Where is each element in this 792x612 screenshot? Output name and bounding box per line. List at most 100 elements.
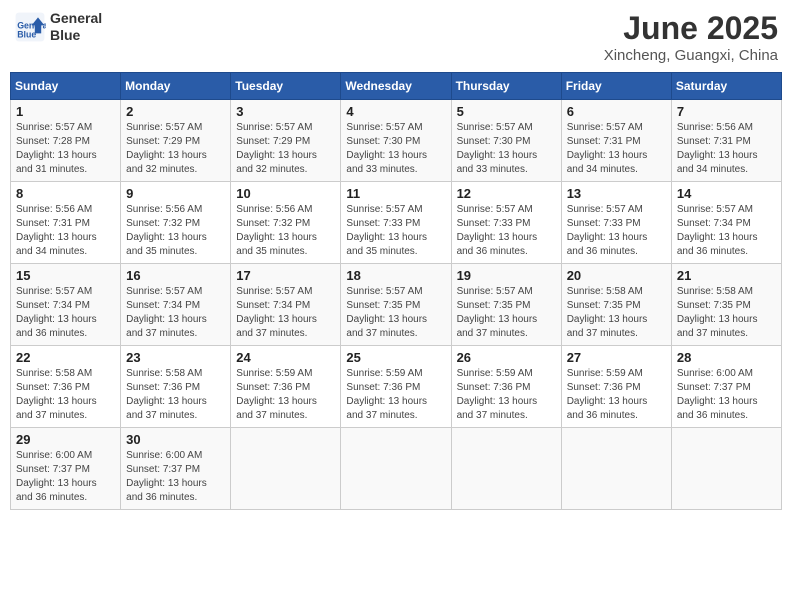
calendar-cell: 2Sunrise: 5:57 AM Sunset: 7:29 PM Daylig… [121, 100, 231, 182]
day-info: Sunrise: 5:56 AM Sunset: 7:31 PM Dayligh… [16, 203, 115, 259]
weekday-header-tuesday: Tuesday [231, 73, 341, 100]
day-info: Sunrise: 5:57 AM Sunset: 7:28 PM Dayligh… [16, 121, 115, 177]
day-info: Sunrise: 5:59 AM Sunset: 7:36 PM Dayligh… [346, 367, 445, 423]
day-number: 22 [16, 350, 115, 365]
calendar-cell: 16 Sunrise: 5:57 AM Sunset: 7:34 PM Dayli… [121, 264, 231, 346]
day-info: Sunrise: 5:57 AM Sunset: 7:34 PM Dayligh… [236, 285, 335, 341]
weekday-header-wednesday: Wednesday [341, 73, 451, 100]
day-info: Sunrise: 5:59 AM Sunset: 7:36 PM Dayligh… [236, 367, 335, 423]
day-info: Sunrise: 5:59 AM Sunset: 7:36 PM Dayligh… [567, 367, 666, 423]
day-number: 16 [126, 268, 225, 283]
day-number: 12 [457, 186, 556, 201]
calendar-cell: 6 Sunrise: 5:57 AM Sunset: 7:31 PM Daylig… [561, 100, 671, 182]
logo: General Blue General Blue [14, 10, 102, 44]
calendar-cell: 21 Sunrise: 5:58 AM Sunset: 7:35 PM Dayli… [671, 264, 781, 346]
day-info: Sunrise: 5:58 AM Sunset: 7:35 PM Dayligh… [677, 285, 776, 341]
day-number: 10 [236, 186, 335, 201]
day-info: Sunrise: 5:56 AM Sunset: 7:32 PM Dayligh… [126, 203, 225, 259]
logo-text-line1: General [50, 10, 102, 27]
calendar-subtitle: Xincheng, Guangxi, China [604, 47, 778, 64]
day-number: 2 [126, 104, 225, 119]
calendar-cell: 4 Sunrise: 5:57 AM Sunset: 7:30 PM Daylig… [341, 100, 451, 182]
calendar-cell: 20 Sunrise: 5:58 AM Sunset: 7:35 PM Dayli… [561, 264, 671, 346]
calendar-cell [671, 428, 781, 510]
day-number: 3 [236, 104, 335, 119]
calendar-cell: 11 Sunrise: 5:57 AM Sunset: 7:33 PM Dayli… [341, 182, 451, 264]
calendar-cell: 17 Sunrise: 5:57 AM Sunset: 7:34 PM Dayli… [231, 264, 341, 346]
day-number: 5 [457, 104, 556, 119]
day-number: 30 [126, 432, 225, 447]
calendar-week-3: 15Sunrise: 5:57 AM Sunset: 7:34 PM Dayli… [11, 264, 782, 346]
day-info: Sunrise: 6:00 AM Sunset: 7:37 PM Dayligh… [126, 449, 225, 505]
day-info: Sunrise: 5:57 AM Sunset: 7:34 PM Dayligh… [126, 285, 225, 341]
calendar-week-4: 22 Sunrise: 5:58 AM Sunset: 7:36 PM Dayli… [11, 346, 782, 428]
calendar-cell: 25Sunrise: 5:59 AM Sunset: 7:36 PM Dayli… [341, 346, 451, 428]
calendar-cell: 10 Sunrise: 5:56 AM Sunset: 7:32 PM Dayli… [231, 182, 341, 264]
calendar-cell: 14 Sunrise: 5:57 AM Sunset: 7:34 PM Dayli… [671, 182, 781, 264]
logo-text-line2: Blue [50, 27, 102, 44]
day-number: 28 [677, 350, 776, 365]
day-info: Sunrise: 5:57 AM Sunset: 7:30 PM Dayligh… [457, 121, 556, 177]
calendar-cell: 24 Sunrise: 5:59 AM Sunset: 7:36 PM Dayli… [231, 346, 341, 428]
calendar-cell: 22 Sunrise: 5:58 AM Sunset: 7:36 PM Dayli… [11, 346, 121, 428]
day-number: 11 [346, 186, 445, 201]
calendar-cell [451, 428, 561, 510]
calendar-cell: 5 Sunrise: 5:57 AM Sunset: 7:30 PM Daylig… [451, 100, 561, 182]
calendar-cell [231, 428, 341, 510]
calendar-cell [341, 428, 451, 510]
calendar-cell: 1 Sunrise: 5:57 AM Sunset: 7:28 PM Daylig… [11, 100, 121, 182]
day-number: 20 [567, 268, 666, 283]
calendar-cell: 29Sunrise: 6:00 AM Sunset: 7:37 PM Dayli… [11, 428, 121, 510]
day-number: 14 [677, 186, 776, 201]
calendar-cell: 23Sunrise: 5:58 AM Sunset: 7:36 PM Dayli… [121, 346, 231, 428]
title-area: June 2025 Xincheng, Guangxi, China [604, 10, 778, 64]
calendar-cell: 9 Sunrise: 5:56 AM Sunset: 7:32 PM Daylig… [121, 182, 231, 264]
day-number: 9 [126, 186, 225, 201]
day-number: 18 [346, 268, 445, 283]
svg-text:Blue: Blue [17, 29, 36, 39]
day-info: Sunrise: 5:56 AM Sunset: 7:31 PM Dayligh… [677, 121, 776, 177]
day-info: Sunrise: 5:57 AM Sunset: 7:29 PM Dayligh… [236, 121, 335, 177]
weekday-header-saturday: Saturday [671, 73, 781, 100]
weekday-header-monday: Monday [121, 73, 231, 100]
day-info: Sunrise: 5:57 AM Sunset: 7:31 PM Dayligh… [567, 121, 666, 177]
day-number: 27 [567, 350, 666, 365]
calendar-cell: 27 Sunrise: 5:59 AM Sunset: 7:36 PM Dayli… [561, 346, 671, 428]
calendar-cell: 19Sunrise: 5:57 AM Sunset: 7:35 PM Dayli… [451, 264, 561, 346]
calendar-cell [561, 428, 671, 510]
day-number: 23 [126, 350, 225, 365]
day-number: 4 [346, 104, 445, 119]
weekday-header-row: SundayMondayTuesdayWednesdayThursdayFrid… [11, 73, 782, 100]
calendar-week-2: 8Sunrise: 5:56 AM Sunset: 7:31 PM Daylig… [11, 182, 782, 264]
day-info: Sunrise: 5:56 AM Sunset: 7:32 PM Dayligh… [236, 203, 335, 259]
day-info: Sunrise: 5:57 AM Sunset: 7:33 PM Dayligh… [457, 203, 556, 259]
calendar-cell: 15Sunrise: 5:57 AM Sunset: 7:34 PM Dayli… [11, 264, 121, 346]
weekday-header-friday: Friday [561, 73, 671, 100]
calendar-cell: 8Sunrise: 5:56 AM Sunset: 7:31 PM Daylig… [11, 182, 121, 264]
calendar-title: June 2025 [604, 10, 778, 47]
logo-icon: General Blue [14, 11, 46, 43]
calendar-cell: 30 Sunrise: 6:00 AM Sunset: 7:37 PM Dayli… [121, 428, 231, 510]
calendar-cell: 26Sunrise: 5:59 AM Sunset: 7:36 PM Dayli… [451, 346, 561, 428]
day-info: Sunrise: 5:57 AM Sunset: 7:30 PM Dayligh… [346, 121, 445, 177]
day-number: 29 [16, 432, 115, 447]
header: General Blue General Blue June 2025 Xinc… [10, 10, 782, 64]
day-info: Sunrise: 5:57 AM Sunset: 7:33 PM Dayligh… [567, 203, 666, 259]
calendar-cell: 28 Sunrise: 6:00 AM Sunset: 7:37 PM Dayli… [671, 346, 781, 428]
day-number: 19 [457, 268, 556, 283]
day-number: 21 [677, 268, 776, 283]
day-info: Sunrise: 5:57 AM Sunset: 7:34 PM Dayligh… [677, 203, 776, 259]
day-info: Sunrise: 5:57 AM Sunset: 7:34 PM Dayligh… [16, 285, 115, 341]
weekday-header-thursday: Thursday [451, 73, 561, 100]
day-number: 1 [16, 104, 115, 119]
calendar-week-5: 29 Sunrise: 6:00 AM Sunset: 7:37 PM Dayli… [11, 428, 782, 510]
day-number: 6 [567, 104, 666, 119]
day-info: Sunrise: 5:57 AM Sunset: 7:33 PM Dayligh… [346, 203, 445, 259]
calendar-cell: 13Sunrise: 5:57 AM Sunset: 7:33 PM Dayli… [561, 182, 671, 264]
day-number: 24 [236, 350, 335, 365]
day-info: Sunrise: 5:58 AM Sunset: 7:35 PM Dayligh… [567, 285, 666, 341]
day-info: Sunrise: 5:58 AM Sunset: 7:36 PM Dayligh… [16, 367, 115, 423]
day-info: Sunrise: 6:00 AM Sunset: 7:37 PM Dayligh… [677, 367, 776, 423]
day-number: 17 [236, 268, 335, 283]
calendar-cell: 3 Sunrise: 5:57 AM Sunset: 7:29 PM Daylig… [231, 100, 341, 182]
